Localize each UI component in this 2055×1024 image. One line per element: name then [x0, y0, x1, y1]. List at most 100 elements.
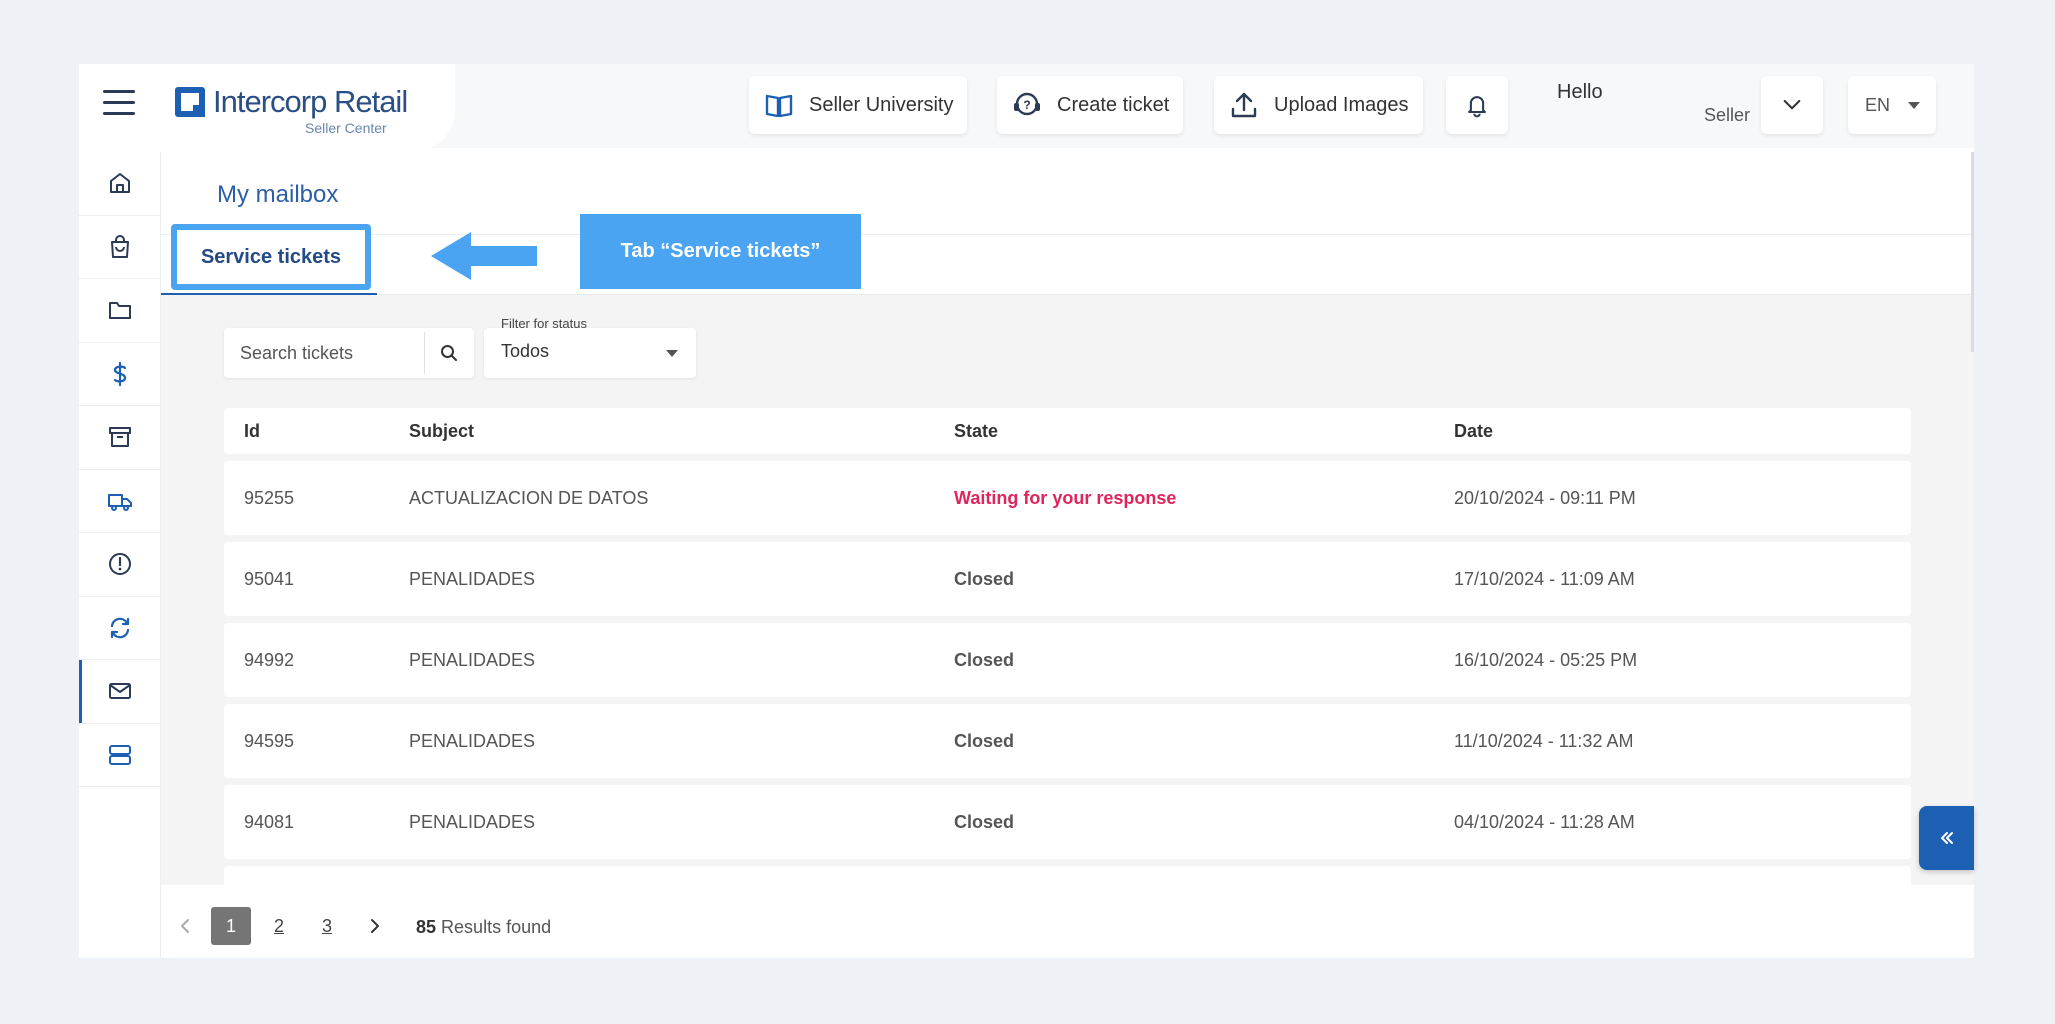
sidebar-item-returns[interactable] [79, 597, 160, 660]
column-header-state: State [954, 420, 999, 441]
ticket-date: 20/10/2024 - 09:11 PM [1454, 487, 1636, 508]
ticket-subject: ACTUALIZACION DE DATOS [409, 487, 649, 508]
brand-sub: Seller Center [305, 120, 387, 136]
caret-down-icon [666, 350, 678, 357]
column-header-id: Id [244, 420, 260, 441]
ticket-id: 94081 [244, 811, 295, 832]
tickets-table: Id Subject State Date 95255 ACTUALIZACIO… [224, 408, 1911, 886]
bell-icon [1468, 96, 1486, 118]
chevron-right-icon [371, 919, 379, 933]
caret-down-icon [1908, 101, 1921, 109]
ticket-date: 16/10/2024 - 05:25 PM [1454, 649, 1638, 670]
book-icon [765, 94, 793, 118]
server-icon [108, 744, 131, 765]
sidebar-item-finance[interactable] [79, 343, 160, 406]
sidebar-item-home[interactable] [79, 152, 160, 216]
scrollbar[interactable] [1971, 152, 1974, 352]
column-header-subject: Subject [409, 420, 475, 441]
logo-mark-icon [175, 87, 205, 117]
sidebar-item-integrations[interactable] [79, 724, 160, 787]
page-3-button[interactable]: 3 [307, 907, 347, 945]
table-row[interactable]: 94595 PENALIDADES Closed 11/10/2024 - 11… [224, 704, 1911, 778]
archive-icon [108, 427, 131, 448]
results-label: Results found [441, 917, 552, 937]
table-row[interactable]: 94992 PENALIDADES Closed 16/10/2024 - 05… [224, 623, 1911, 697]
brand-name: Intercorp Retail [213, 84, 408, 119]
sidebar [79, 152, 161, 958]
ticket-subject: PENALIDADES [409, 568, 536, 589]
ticket-date: 04/10/2024 - 11:28 AM [1454, 811, 1635, 832]
language-label: EN [1865, 94, 1891, 115]
status-filter-value: Todos [501, 341, 550, 361]
ticket-date: 17/10/2024 - 11:09 AM [1454, 568, 1635, 589]
table-row-partial [224, 866, 1911, 886]
sidebar-item-orders[interactable] [79, 216, 160, 279]
menu-icon[interactable] [103, 90, 135, 118]
logo-area: Intercorp Retail Seller Center [79, 64, 455, 152]
chevron-left-icon [181, 919, 189, 933]
refresh-icon [110, 617, 129, 639]
table-row[interactable]: 94081 PENALIDADES Closed 04/10/2024 - 11… [224, 785, 1911, 859]
seller-university-button[interactable]: Seller University [749, 76, 968, 134]
main-content: My mailbox Service tickets Tab “Service … [161, 152, 1974, 958]
search-input[interactable] [224, 329, 424, 377]
table-row[interactable]: 95255 ACTUALIZACION DE DATOS Waiting for… [224, 461, 1911, 535]
search-box [224, 328, 474, 378]
mail-icon [108, 683, 131, 700]
home-icon [109, 173, 130, 194]
callout-label: Tab “Service tickets” [580, 214, 861, 289]
pagination: 1 2 3 85 Results found [161, 885, 1974, 958]
create-ticket-label: Create ticket [1057, 93, 1170, 116]
sidebar-item-claims[interactable] [79, 533, 160, 597]
truck-icon [107, 493, 132, 511]
chevrons-left-icon [1940, 832, 1953, 844]
ticket-id: 94992 [244, 649, 295, 670]
ticket-state: Closed [954, 649, 1015, 670]
upload-images-label: Upload Images [1274, 93, 1409, 116]
headset-icon: ? [1014, 92, 1040, 116]
upload-icon [1231, 92, 1257, 118]
sidebar-item-files[interactable] [79, 279, 160, 343]
mailbox-header: My mailbox Service tickets Tab “Service … [161, 152, 1974, 352]
prev-page-button[interactable] [171, 907, 199, 945]
sidebar-item-mailbox[interactable] [79, 660, 160, 724]
notifications-button[interactable] [1446, 76, 1508, 134]
ticket-subject: PENALIDADES [409, 730, 536, 751]
ticket-id: 94595 [244, 730, 295, 751]
user-menu-button[interactable] [1761, 76, 1823, 134]
sidebar-item-inventory[interactable] [79, 406, 160, 470]
shopping-bag-icon [110, 234, 129, 258]
table-row[interactable]: 95041 PENALIDADES Closed 17/10/2024 - 11… [224, 542, 1911, 616]
language-select[interactable]: EN [1848, 76, 1936, 134]
svg-text:?: ? [1023, 98, 1030, 112]
ticket-state: Closed [954, 730, 1015, 751]
sidebar-item-shipping[interactable] [79, 470, 160, 533]
ticket-subject: PENALIDADES [409, 649, 536, 670]
dollar-icon [113, 361, 126, 386]
ticket-state: Closed [954, 568, 1015, 589]
ticket-state: Closed [954, 811, 1015, 832]
results-count: 85 Results found [416, 917, 551, 938]
ticket-subject: PENALIDADES [409, 811, 536, 832]
page-2-button[interactable]: 2 [259, 907, 299, 945]
next-page-button[interactable] [361, 907, 389, 945]
upload-images-button[interactable]: Upload Images [1214, 76, 1423, 134]
status-filter-select[interactable]: Filter for status Todos [484, 316, 696, 378]
callout-arrow-icon [431, 232, 537, 280]
search-icon[interactable] [425, 329, 473, 377]
results-number: 85 [416, 917, 437, 937]
chevron-down-icon [1783, 99, 1801, 110]
tab-service-tickets-label: Service tickets [200, 245, 342, 268]
user-role-text: Seller [1704, 105, 1751, 125]
ticket-id: 95255 [244, 487, 295, 508]
page-title: My mailbox [217, 181, 339, 208]
collapse-panel-button[interactable] [1919, 806, 1974, 870]
tab-service-tickets[interactable]: Service tickets [171, 224, 371, 290]
top-bar: Intercorp Retail Seller Center Seller Un… [79, 64, 1974, 152]
alert-icon [108, 553, 131, 576]
table-header: Id Subject State Date [224, 408, 1911, 454]
create-ticket-button[interactable]: ? Create ticket [997, 76, 1184, 134]
page-1-button[interactable]: 1 [211, 907, 251, 945]
seller-university-label: Seller University [809, 93, 954, 116]
ticket-date: 11/10/2024 - 11:32 AM [1454, 730, 1634, 751]
